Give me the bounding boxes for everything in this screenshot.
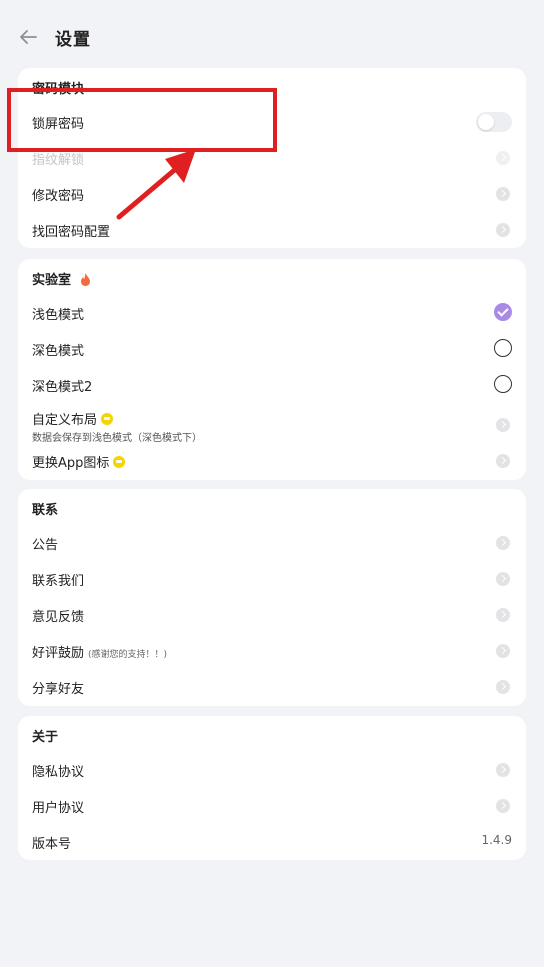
row-label: 浅色模式 (32, 308, 85, 323)
arrow-left-icon[interactable] (16, 24, 42, 50)
share-friends-row[interactable]: 分享好友 (18, 669, 526, 705)
section-title: 联系 (32, 503, 59, 518)
annotation-arrow-icon (116, 149, 196, 220)
about-card: 关于 隐私协议 用户协议 版本号 1.4.9 (18, 716, 526, 860)
lock-screen-toggle[interactable] (476, 112, 512, 132)
feedback-row[interactable]: 意见反馈 (18, 597, 526, 633)
chevron-right-icon (496, 763, 510, 777)
rate-us-row[interactable]: 好评鼓励 (感谢您的支持！！) (18, 633, 526, 669)
chevron-right-icon (496, 418, 510, 432)
dark-mode-2-row[interactable]: 深色模式2 (18, 367, 526, 403)
page-title: 设置 (55, 30, 91, 50)
user-agreement-row[interactable]: 用户协议 (18, 788, 526, 824)
row-label-wrap: 更换App图标 (32, 452, 126, 471)
recover-password-row[interactable]: 找回密码配置 (18, 212, 526, 248)
row-label: 自定义布局 (32, 413, 98, 428)
custom-layout-row[interactable]: 自定义布局 数据会保存到浅色模式（深色模式下） (18, 405, 526, 445)
row-label: 深色模式2 (32, 380, 93, 395)
header: 设置 (0, 0, 544, 70)
row-label: 隐私协议 (32, 765, 85, 780)
disabled-indicator-icon (496, 151, 510, 165)
row-label: 找回密码配置 (32, 225, 111, 240)
section-title-text: 实验室 (32, 273, 72, 288)
radio-circle-icon[interactable] (494, 339, 512, 357)
row-label: 修改密码 (32, 189, 85, 204)
version-row: 版本号 1.4.9 (18, 824, 526, 860)
row-label: 深色模式 (32, 344, 85, 359)
contact-card: 联系 公告 联系我们 意见反馈 好评鼓励 (感谢您的支持！！) 分享好友 (18, 489, 526, 706)
row-label: 更换App图标 (32, 456, 110, 471)
change-password-row[interactable]: 修改密码 (18, 176, 526, 212)
chevron-right-icon (496, 608, 510, 622)
lab-card: 实验室 浅色模式 深色模式 深色模式2 自定义布局 数据会保存到浅色模式（深色模… (18, 259, 526, 480)
row-label: 分享好友 (32, 682, 85, 697)
announcement-row[interactable]: 公告 (18, 525, 526, 561)
chevron-right-icon (496, 799, 510, 813)
row-label: 版本号 (32, 837, 72, 852)
chevron-right-icon (496, 644, 510, 658)
radio-circle-icon[interactable] (494, 375, 512, 393)
chevron-right-icon (496, 536, 510, 550)
row-label: 公告 (32, 538, 59, 553)
chevron-right-icon (496, 223, 510, 237)
vip-icon (113, 456, 126, 468)
chevron-right-icon (496, 187, 510, 201)
chevron-right-icon (496, 680, 510, 694)
light-mode-row[interactable]: 浅色模式 (18, 295, 526, 331)
privacy-policy-row[interactable]: 隐私协议 (18, 752, 526, 788)
change-app-icon-row[interactable]: 更换App图标 (18, 443, 526, 479)
vip-icon (101, 413, 114, 425)
dark-mode-row[interactable]: 深色模式 (18, 331, 526, 367)
section-title: 关于 (32, 730, 59, 745)
version-value: 1.4.9 (481, 833, 512, 847)
section-title: 实验室 (32, 269, 91, 288)
row-label: 好评鼓励 (32, 646, 85, 661)
chevron-right-icon (496, 454, 510, 468)
row-label: 意见反馈 (32, 610, 85, 625)
fire-icon (80, 273, 90, 286)
chevron-right-icon (496, 572, 510, 586)
row-label-wrap: 自定义布局 (32, 409, 114, 428)
contact-us-row[interactable]: 联系我们 (18, 561, 526, 597)
row-label-wrap: 好评鼓励 (感谢您的支持！！) (32, 642, 167, 661)
row-label: 联系我们 (32, 574, 85, 589)
row-subtitle: 数据会保存到浅色模式（深色模式下） (32, 433, 202, 444)
check-circle-icon[interactable] (494, 303, 512, 321)
row-hint: (感谢您的支持！！) (88, 650, 168, 660)
row-label: 用户协议 (32, 801, 85, 816)
